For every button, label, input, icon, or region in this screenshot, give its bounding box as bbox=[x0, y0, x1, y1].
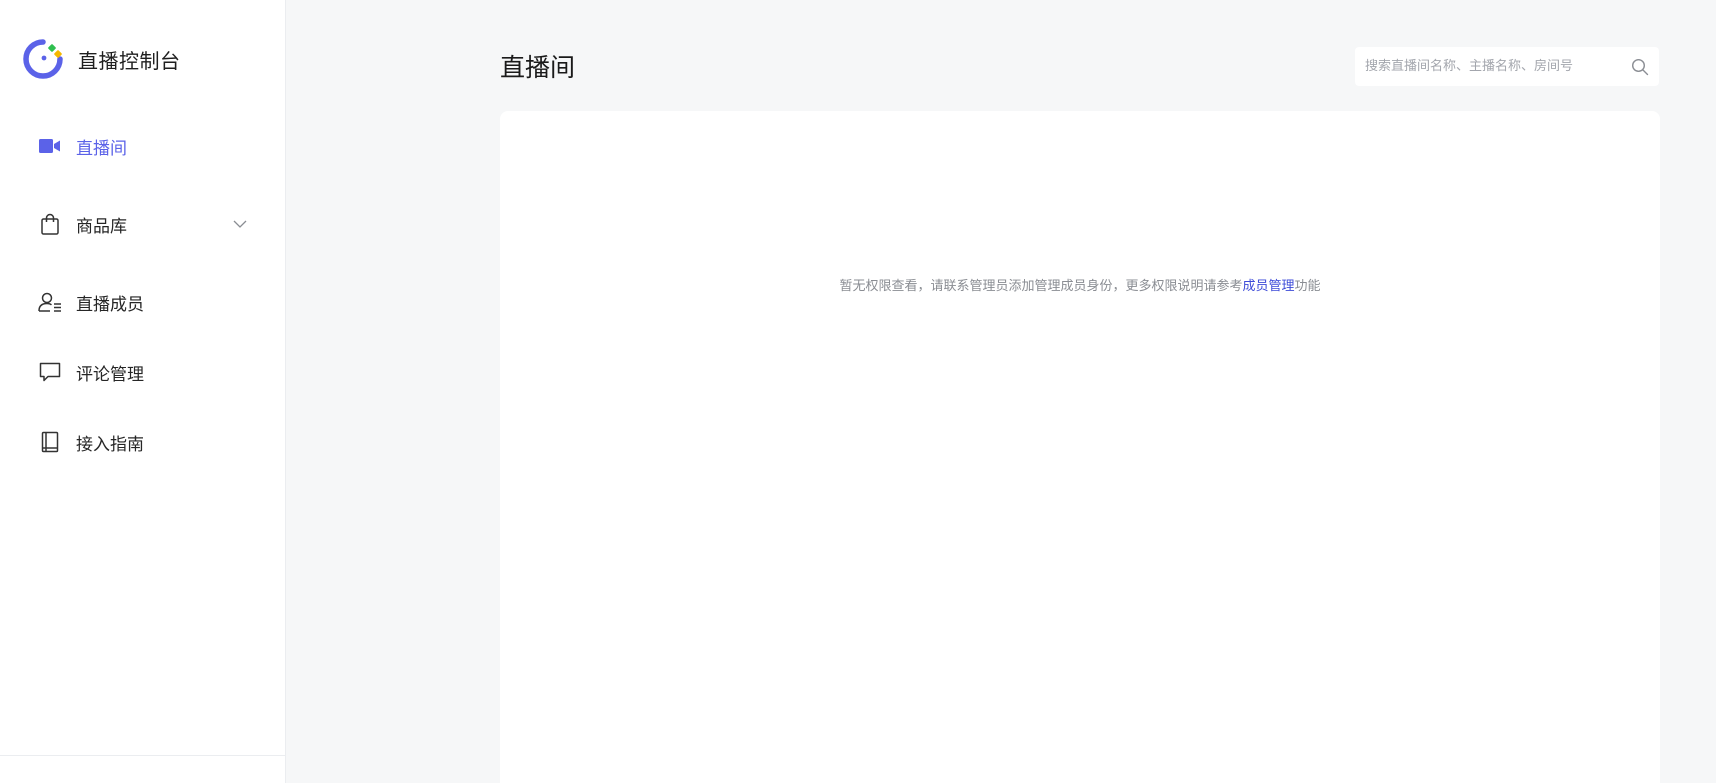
sidebar-item-label: 直播成员 bbox=[76, 294, 144, 315]
sidebar-item-label: 接入指南 bbox=[76, 434, 144, 455]
brand-title: 直播控制台 bbox=[78, 48, 181, 73]
sidebar-item-product-library[interactable]: 商品库 bbox=[38, 209, 248, 239]
app-root: 直播控制台 直播间 商品库 直播成员 评论管理 接入指南 直播间 搜索直播间名称… bbox=[0, 0, 1716, 783]
book-icon bbox=[38, 430, 62, 454]
main-content: 直播间 暂无权限查看，请联系管理员添加管理成员身份，更多权限说明请参考成员管理功… bbox=[286, 0, 1716, 783]
search-input[interactable] bbox=[1355, 47, 1615, 86]
sidebar-item-comment-management[interactable]: 评论管理 bbox=[38, 357, 248, 387]
sidebar-item-label: 直播间 bbox=[76, 138, 127, 159]
shopping-bag-icon bbox=[38, 212, 62, 236]
sidebar-item-label: 评论管理 bbox=[76, 364, 144, 385]
brand[interactable]: 直播控制台 bbox=[22, 38, 181, 80]
sidebar-item-live-room[interactable]: 直播间 bbox=[38, 131, 248, 161]
video-camera-icon bbox=[38, 134, 62, 158]
logo-icon bbox=[23, 39, 63, 79]
chevron-down-icon[interactable] bbox=[232, 216, 248, 232]
search-box bbox=[1355, 47, 1659, 86]
content-card: 暂无权限查看，请联系管理员添加管理成员身份，更多权限说明请参考成员管理功能 bbox=[500, 111, 1660, 783]
empty-message-suffix: 功能 bbox=[1294, 279, 1321, 294]
sidebar: 直播控制台 直播间 商品库 直播成员 评论管理 接入指南 bbox=[0, 0, 286, 783]
empty-state-message: 暂无权限查看，请联系管理员添加管理成员身份，更多权限说明请参考成员管理功能 bbox=[500, 275, 1660, 294]
member-management-link[interactable]: 成员管理 bbox=[1242, 279, 1294, 294]
sidebar-divider bbox=[0, 755, 285, 756]
empty-message-text: 暂无权限查看，请联系管理员添加管理成员身份，更多权限说明请参考 bbox=[839, 279, 1243, 294]
search-icon[interactable] bbox=[1631, 58, 1649, 76]
sidebar-item-label: 商品库 bbox=[76, 216, 127, 237]
comment-icon bbox=[38, 360, 62, 384]
user-list-icon bbox=[38, 290, 62, 314]
sidebar-item-integration-guide[interactable]: 接入指南 bbox=[38, 427, 248, 457]
sidebar-item-live-members[interactable]: 直播成员 bbox=[38, 287, 248, 317]
page-title: 直播间 bbox=[500, 53, 576, 82]
